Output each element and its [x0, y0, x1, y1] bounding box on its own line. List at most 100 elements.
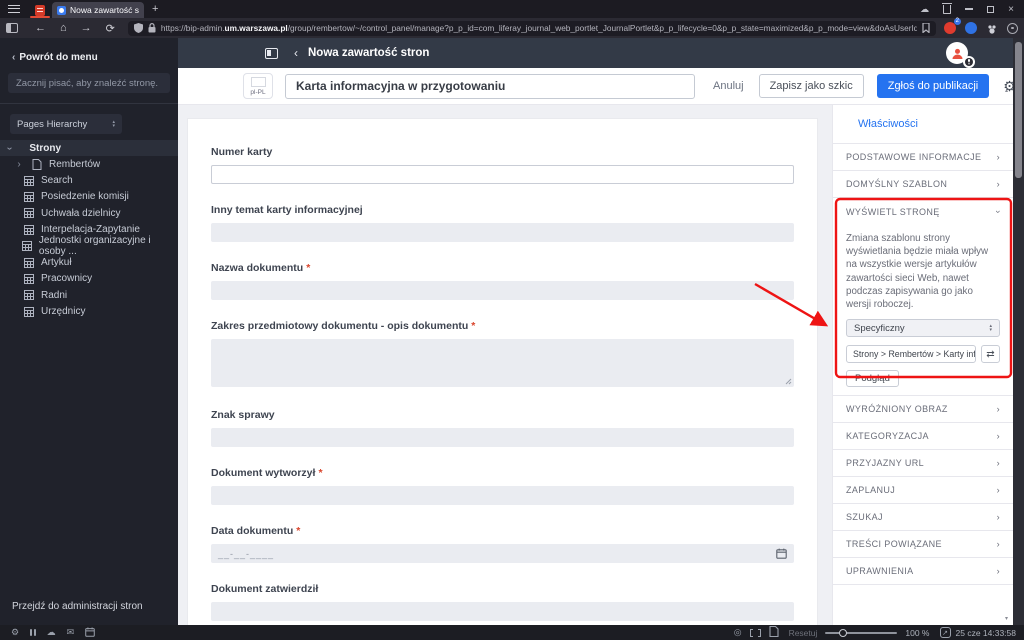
record-icon[interactable]: ◎	[734, 627, 742, 638]
required-marker: *	[306, 262, 311, 274]
preview-button[interactable]: Podgląd	[846, 370, 899, 388]
calendar-icon[interactable]	[85, 627, 95, 639]
reload-icon[interactable]: ⟳	[106, 22, 115, 35]
admin-header-bar: ‹ Nowa zawartość stron	[178, 38, 1024, 68]
change-page-button[interactable]: ⇄	[981, 345, 1000, 364]
tree-item[interactable]: Jednostki organizacyjne i osoby ...	[0, 235, 178, 257]
window-scrollbar[interactable]	[1013, 38, 1024, 625]
tree-item[interactable]: Pracownicy	[0, 271, 178, 287]
resize-handle-icon[interactable]	[785, 378, 792, 385]
sync-cloud-icon[interactable]: ☁	[920, 4, 929, 15]
minimize-button[interactable]	[965, 8, 974, 10]
extension-adblock-icon[interactable]: 2	[944, 18, 961, 34]
snapshot-icon[interactable]	[769, 625, 779, 639]
grid-icon	[24, 273, 34, 284]
publish-button[interactable]: Zgłoś do publikacji	[876, 74, 990, 98]
settings-icon[interactable]: ⚙	[11, 627, 19, 638]
form-card: Numer karty Inny temat karty informacyjn…	[187, 118, 818, 635]
menu-icon[interactable]	[8, 5, 20, 13]
section-wyrozniony-obraz[interactable]: WYRÓŻNIONY OBRAZ ›	[833, 396, 1013, 424]
chevron-down-icon: ›	[993, 209, 1004, 214]
url-bar[interactable]: https://bip-admin.um.warszawa.pl/group/r…	[127, 20, 936, 36]
zoom-slider[interactable]	[825, 628, 898, 637]
capture-frame-icon[interactable]	[749, 628, 761, 637]
chevron-left-icon[interactable]: ‹	[294, 46, 298, 60]
cloud-icon[interactable]: ☁	[47, 627, 56, 638]
tree-item-rembertow[interactable]: › Rembertów	[0, 156, 178, 172]
scroll-down-icon[interactable]: ▾	[1005, 615, 1008, 622]
chevron-right-icon: ›	[996, 404, 1000, 415]
home-icon[interactable]: ⌂	[60, 22, 67, 34]
zoom-slider-knob[interactable]	[839, 628, 848, 637]
nazwa-dokumentu-input[interactable]	[211, 281, 794, 300]
dokument-zatwierdzil-input[interactable]	[211, 602, 794, 621]
go-to-pages-admin-link[interactable]: Przejdź do administracji stron	[12, 601, 143, 612]
back-to-menu-link[interactable]: ‹ Powrót do menu	[12, 52, 166, 63]
reset-button[interactable]: Resetuj	[789, 628, 818, 638]
bookmark-icon[interactable]	[922, 23, 930, 33]
calendar-icon[interactable]	[776, 548, 787, 559]
new-tab-button[interactable]: +	[152, 3, 158, 15]
scrollbar-thumb[interactable]	[1015, 42, 1022, 178]
hierarchy-select[interactable]: Pages Hierarchy ▴ ▾	[10, 114, 122, 134]
datetime: 25 cze 14:33:58	[955, 627, 1017, 638]
section-szukaj[interactable]: SZUKAJ ›	[833, 504, 1013, 532]
chevron-right-icon: ›	[996, 566, 1000, 577]
section-uprawnienia[interactable]: UPRAWNIENIA ›	[833, 558, 1013, 586]
display-page-path-input[interactable]: Strony > Rembertów > Karty inf...	[846, 345, 976, 364]
bip-favicon-icon	[35, 4, 45, 16]
maximize-button[interactable]	[987, 5, 995, 13]
panel-toggle-icon[interactable]	[265, 47, 278, 59]
shield-icon	[133, 23, 143, 33]
pause-icon[interactable]	[30, 629, 36, 636]
section-kategoryzacja[interactable]: KATEGORYZACJA ›	[833, 423, 1013, 451]
display-page-type-select[interactable]: Specyficzny ▴ ▾	[846, 319, 1000, 338]
tree-item[interactable]: Search	[0, 172, 178, 188]
page-search-input[interactable]: Zacznij pisać, aby znaleźć stronę.	[8, 73, 170, 93]
properties-tab[interactable]: Właściwości	[833, 105, 1013, 144]
section-tresci-powiazane[interactable]: TREŚCI POWIĄZANE ›	[833, 531, 1013, 559]
avatar[interactable]	[946, 42, 975, 68]
field-label: Znak sprawy	[211, 409, 275, 421]
article-title-input[interactable]: Karta informacyjna w przygotowaniu	[285, 73, 695, 99]
forward-icon[interactable]: →	[81, 22, 92, 34]
section-przyjazny-url[interactable]: PRZYJAZNY URL ›	[833, 450, 1013, 478]
numer-karty-input[interactable]	[211, 165, 794, 184]
tree-item[interactable]: Uchwała dzielnicy	[0, 205, 178, 221]
properties-panel: Właściwości PODSTAWOWE INFORMACJE › DOMYŚ…	[832, 88, 1013, 625]
section-podstawowe-informacje[interactable]: PODSTAWOWE INFORMACJE ›	[833, 144, 1013, 171]
browser-tab[interactable]: Nowa zawartość stron - Re	[52, 2, 144, 18]
scroll-up-icon[interactable]: ▴	[1005, 87, 1008, 94]
inny-temat-input[interactable]	[211, 223, 794, 242]
znak-sprawy-input[interactable]	[211, 428, 794, 447]
chevron-right-icon: ›	[996, 179, 1000, 189]
extension-ghostery-icon[interactable]	[986, 22, 998, 34]
data-dokumentu-input[interactable]: __-__-____	[211, 544, 794, 563]
field-label: Inny temat karty informacyjnej	[211, 204, 363, 216]
required-marker: *	[296, 525, 301, 537]
chevron-right-icon: ›	[996, 539, 1000, 550]
trash-icon[interactable]	[942, 2, 953, 14]
cancel-button[interactable]: Anuluj	[713, 80, 744, 92]
tree-item[interactable]: Radni	[0, 287, 178, 303]
tree-root-strony[interactable]: › Strony	[0, 140, 178, 156]
grid-icon	[24, 306, 34, 317]
language-selector[interactable]: pl-PL	[243, 73, 273, 99]
section-zaplanuj[interactable]: ZAPLANUJ ›	[833, 477, 1013, 505]
back-icon[interactable]: ←	[35, 22, 46, 34]
dokument-wytworzyl-input[interactable]	[211, 486, 794, 505]
save-draft-button[interactable]: Zapisz jako szkic	[758, 74, 864, 98]
tree-item[interactable]: Posiedzenie komisji	[0, 189, 178, 205]
extension-translate-icon[interactable]	[965, 22, 977, 34]
mail-icon[interactable]: ✉	[67, 627, 75, 638]
tree-item[interactable]: Urzędnicy	[0, 304, 178, 320]
chevron-right-icon[interactable]: ›	[14, 159, 24, 170]
zakres-przedmiotowy-textarea[interactable]	[211, 339, 794, 387]
section-wyswietl-strone[interactable]: WYŚWIETL STRONĘ ›	[833, 198, 1013, 225]
pinned-tab[interactable]	[28, 2, 52, 18]
sidebar-toggle-icon[interactable]	[6, 23, 18, 33]
chevron-down-icon[interactable]: ›	[4, 146, 15, 149]
section-domyslny-szablon[interactable]: DOMYŚLNY SZABLON ›	[833, 171, 1013, 198]
close-button[interactable]: ×	[1008, 4, 1014, 14]
account-icon[interactable]	[1007, 22, 1018, 34]
